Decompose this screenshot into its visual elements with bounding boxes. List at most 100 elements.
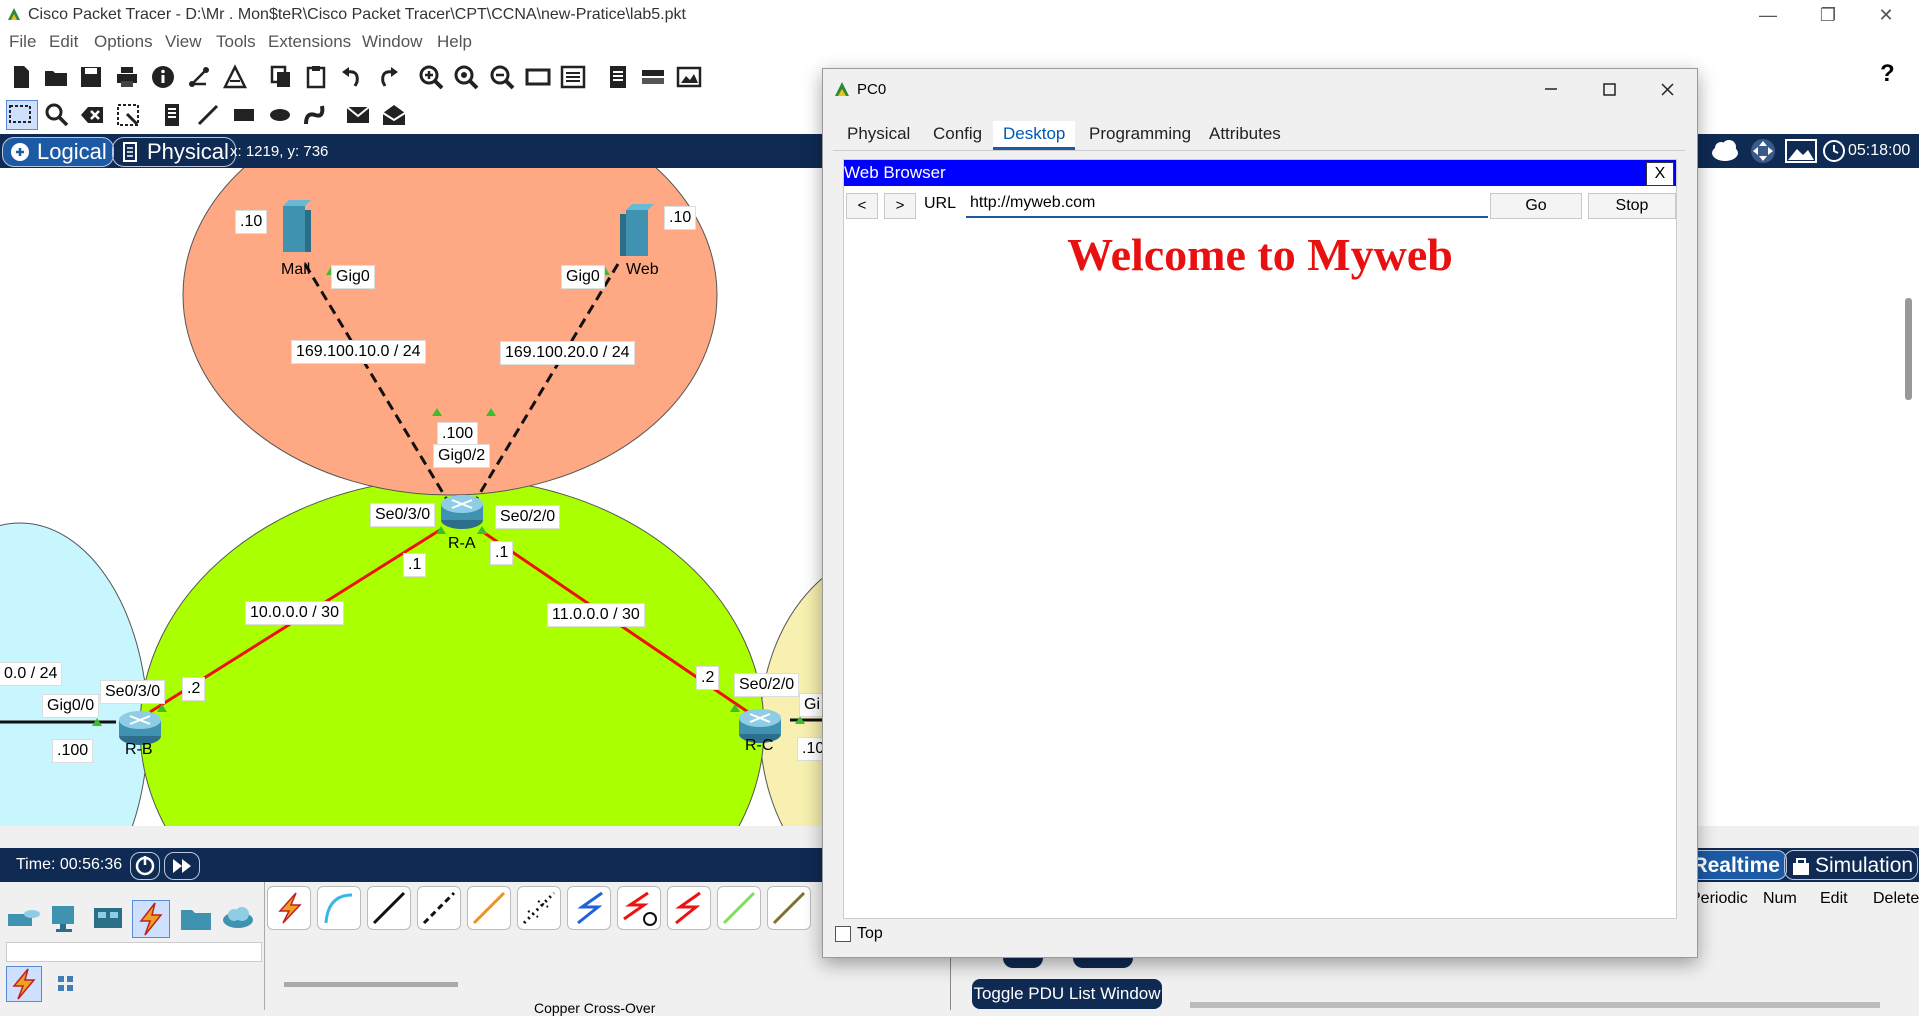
- draw-ellipse-icon[interactable]: [267, 102, 293, 128]
- set-background-icon[interactable]: [1784, 137, 1818, 165]
- add-simple-pdu-icon[interactable]: [345, 102, 371, 128]
- iot-cable-icon[interactable]: [767, 886, 811, 930]
- title-bar: Cisco Packet Tracer - D:\Mr . Mon$teR\Ci…: [0, 0, 1919, 30]
- web-browser-close-button[interactable]: X: [1646, 162, 1674, 186]
- physical-view-label: Physical: [147, 139, 229, 164]
- draw-line-icon[interactable]: [195, 102, 221, 128]
- menu-window[interactable]: Window: [362, 32, 422, 52]
- connection-subtype-icon[interactable]: [6, 966, 42, 1002]
- top-checkbox[interactable]: [835, 926, 851, 942]
- network-devices-icon[interactable]: [6, 900, 42, 936]
- device-search-field[interactable]: [6, 942, 262, 962]
- power-cycle-icon[interactable]: [130, 852, 160, 880]
- help-icon[interactable]: ?: [1880, 60, 1895, 88]
- tab-attributes[interactable]: Attributes: [1199, 121, 1291, 147]
- url-input[interactable]: [966, 190, 1488, 218]
- screenshot-icon[interactable]: [676, 64, 702, 90]
- console-cable-icon[interactable]: [317, 886, 361, 930]
- add-complex-pdu-icon[interactable]: [381, 102, 407, 128]
- stopwatch-icon: [1791, 856, 1811, 876]
- coaxial-cable-icon[interactable]: [567, 886, 611, 930]
- pc0-maximize-icon[interactable]: [1589, 75, 1629, 103]
- menu-help[interactable]: Help: [437, 32, 472, 52]
- network-wizard-icon[interactable]: [186, 64, 212, 90]
- resize-shape-icon[interactable]: [115, 102, 141, 128]
- menu-view[interactable]: View: [165, 32, 202, 52]
- router-ra-icon[interactable]: [441, 495, 483, 529]
- tab-programming[interactable]: Programming: [1079, 121, 1201, 147]
- zoom-in-icon[interactable]: [418, 64, 444, 90]
- copper-straight-icon[interactable]: [367, 886, 411, 930]
- pc0-minimize-icon[interactable]: [1531, 75, 1571, 103]
- auto-cable-icon[interactable]: [267, 886, 311, 930]
- menu-extensions[interactable]: Extensions: [268, 32, 351, 52]
- redo-icon[interactable]: [375, 64, 401, 90]
- save-icon[interactable]: [78, 64, 104, 90]
- serial-dte-cable-icon[interactable]: [667, 886, 711, 930]
- restore-button[interactable]: ❐: [1800, 0, 1856, 30]
- grid-icon[interactable]: [56, 974, 76, 994]
- cable-panel-scrollbar[interactable]: [284, 982, 458, 987]
- undo-icon[interactable]: [339, 64, 365, 90]
- menu-tools[interactable]: Tools: [216, 32, 256, 52]
- simulation-mode-label: Simulation: [1815, 854, 1914, 877]
- cable-tool-icon[interactable]: [640, 64, 666, 90]
- notes-icon[interactable]: [605, 64, 631, 90]
- phone-cable-icon[interactable]: [517, 886, 561, 930]
- fast-forward-icon[interactable]: [164, 852, 200, 880]
- zoom-out-icon[interactable]: [489, 64, 515, 90]
- router-rb-icon[interactable]: [119, 711, 161, 745]
- menu-file[interactable]: File: [9, 32, 36, 52]
- tab-desktop[interactable]: Desktop: [993, 121, 1076, 150]
- cluster-cloud-icon[interactable]: [1708, 137, 1742, 165]
- logical-view-tab[interactable]: Logical: [2, 137, 114, 167]
- menu-options[interactable]: Options: [94, 32, 153, 52]
- browser-back-button[interactable]: <: [846, 193, 878, 219]
- tab-physical[interactable]: Physical: [837, 121, 920, 147]
- physical-view-icon: [119, 141, 141, 163]
- activity-wizard-icon[interactable]: [222, 64, 248, 90]
- freeform-icon[interactable]: [302, 102, 328, 128]
- simulation-mode-button[interactable]: Simulation: [1784, 850, 1918, 880]
- pc0-window: PC0 Physical Config Desktop Programming …: [822, 68, 1698, 958]
- pc0-close-icon[interactable]: [1647, 75, 1687, 103]
- multiuser-icon[interactable]: [220, 900, 256, 936]
- tab-config[interactable]: Config: [923, 121, 992, 147]
- pdu-list-scrollbar[interactable]: [1190, 1002, 1880, 1008]
- print-icon[interactable]: [114, 64, 140, 90]
- custom-devices-icon[interactable]: [560, 64, 586, 90]
- serial-dce-cable-icon[interactable]: [617, 886, 661, 930]
- menu-edit[interactable]: Edit: [49, 32, 78, 52]
- toggle-pdu-list-button[interactable]: Toggle PDU List Window: [972, 979, 1162, 1009]
- copper-cross-over-icon[interactable]: [417, 886, 461, 930]
- miscellaneous-icon[interactable]: [178, 900, 214, 936]
- paste-icon[interactable]: [303, 64, 329, 90]
- new-file-icon[interactable]: [8, 64, 34, 90]
- octal-cable-icon[interactable]: [717, 886, 761, 930]
- draw-rectangle-icon[interactable]: [231, 102, 257, 128]
- rc-gig-port-label: Gi: [799, 693, 824, 717]
- rc-serial-port-label: Se0/2/0: [734, 673, 800, 697]
- drawing-palette-icon[interactable]: [525, 64, 551, 90]
- minimize-button[interactable]: —: [1740, 0, 1796, 30]
- place-note-icon[interactable]: [159, 102, 185, 128]
- copy-icon[interactable]: [268, 64, 294, 90]
- physical-view-tab[interactable]: Physical: [112, 137, 236, 167]
- move-object-icon[interactable]: [1746, 137, 1780, 165]
- end-devices-icon[interactable]: [48, 900, 84, 936]
- stop-button[interactable]: Stop: [1588, 193, 1676, 219]
- fiber-cable-icon[interactable]: [467, 886, 511, 930]
- open-folder-icon[interactable]: [43, 64, 69, 90]
- components-icon[interactable]: [90, 900, 126, 936]
- delete-icon[interactable]: [79, 102, 105, 128]
- inspect-icon[interactable]: [44, 102, 70, 128]
- info-icon[interactable]: [150, 64, 176, 90]
- realtime-mode-button[interactable]: Realtime: [1685, 850, 1787, 880]
- browser-forward-button[interactable]: >: [884, 193, 916, 219]
- go-button[interactable]: Go: [1490, 193, 1582, 219]
- zoom-reset-icon[interactable]: [453, 64, 479, 90]
- workspace-vertical-scrollbar[interactable]: [1905, 298, 1912, 400]
- connections-category-icon[interactable]: [132, 900, 170, 938]
- select-tool-icon[interactable]: [6, 100, 38, 130]
- close-button[interactable]: ✕: [1858, 0, 1914, 30]
